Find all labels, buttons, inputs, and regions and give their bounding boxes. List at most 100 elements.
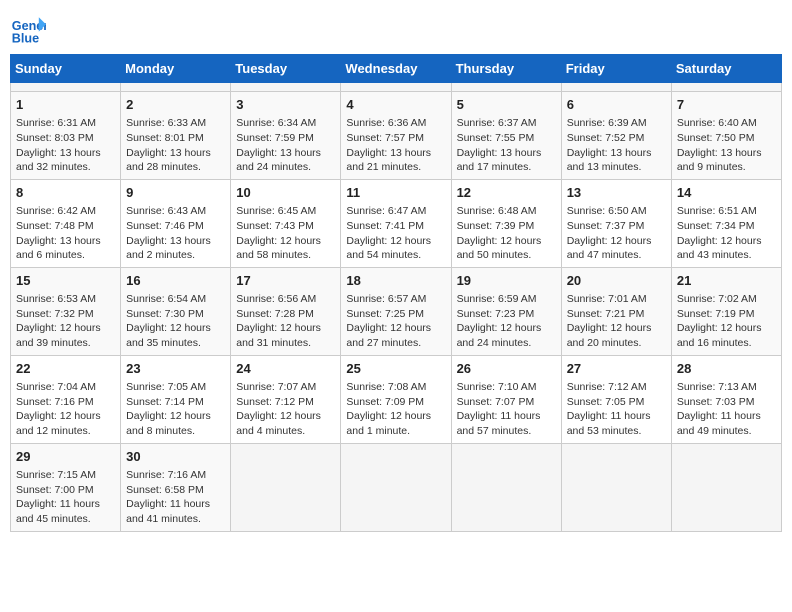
day-number: 1 [16, 96, 115, 114]
calendar-cell: 25 Sunrise: 7:08 AMSunset: 7:09 PMDayligh… [341, 355, 451, 443]
calendar-cell: 4Sunrise: 6:36 AMSunset: 7:57 PMDaylight… [341, 92, 451, 180]
day-number: 14 [677, 184, 776, 202]
day-number: 17 [236, 272, 335, 290]
day-number: 9 [126, 184, 225, 202]
page-header: General Blue [10, 10, 782, 46]
calendar-cell [121, 83, 231, 92]
calendar-cell: 6 Sunrise: 6:39 AMSunset: 7:52 PMDaylight… [561, 92, 671, 180]
calendar-cell [341, 443, 451, 531]
calendar-cell: 27 Sunrise: 7:12 AMSunset: 7:05 PMDayligh… [561, 355, 671, 443]
day-number: 23 [126, 360, 225, 378]
calendar-week-row: 29Sunrise: 7:15 AMSunset: 7:00 PMDayligh… [11, 443, 782, 531]
calendar-cell: 17 Sunrise: 6:56 AMSunset: 7:28 PMDayligh… [231, 267, 341, 355]
calendar-cell: 7Sunrise: 6:40 AMSunset: 7:50 PMDaylight… [671, 92, 781, 180]
day-number: 27 [567, 360, 666, 378]
day-number: 16 [126, 272, 225, 290]
day-info: Sunrise: 6:45 AMSunset: 7:43 PMDaylight:… [236, 204, 335, 263]
day-info: Sunrise: 7:10 AMSunset: 7:07 PMDaylight:… [457, 380, 556, 439]
day-info: Sunrise: 6:47 AMSunset: 7:41 PMDaylight:… [346, 204, 445, 263]
svg-text:Blue: Blue [12, 31, 39, 45]
day-number: 12 [457, 184, 556, 202]
day-info: Sunrise: 7:12 AMSunset: 7:05 PMDaylight:… [567, 380, 666, 439]
day-info: Sunrise: 6:37 AMSunset: 7:55 PMDaylight:… [457, 116, 556, 175]
day-number: 13 [567, 184, 666, 202]
calendar-week-row: 1 Sunrise: 6:31 AMSunset: 8:03 PMDaylight… [11, 92, 782, 180]
day-number: 30 [126, 448, 225, 466]
day-info: Sunrise: 6:50 AMSunset: 7:37 PMDaylight:… [567, 204, 666, 263]
calendar-cell: 29Sunrise: 7:15 AMSunset: 7:00 PMDayligh… [11, 443, 121, 531]
day-number: 10 [236, 184, 335, 202]
day-number: 28 [677, 360, 776, 378]
calendar-cell: 19 Sunrise: 6:59 AMSunset: 7:23 PMDayligh… [451, 267, 561, 355]
day-info: Sunrise: 7:02 AMSunset: 7:19 PMDaylight:… [677, 292, 776, 351]
day-number: 15 [16, 272, 115, 290]
day-number: 24 [236, 360, 335, 378]
calendar-cell: 24 Sunrise: 7:07 AMSunset: 7:12 PMDayligh… [231, 355, 341, 443]
day-info: Sunrise: 6:56 AMSunset: 7:28 PMDaylight:… [236, 292, 335, 351]
calendar-cell [11, 83, 121, 92]
day-number: 5 [457, 96, 556, 114]
day-number: 29 [16, 448, 115, 466]
calendar-cell [561, 83, 671, 92]
calendar-week-row: 8Sunrise: 6:42 AMSunset: 7:48 PMDaylight… [11, 179, 782, 267]
day-number: 21 [677, 272, 776, 290]
calendar-cell [231, 443, 341, 531]
day-number: 25 [346, 360, 445, 378]
day-number: 2 [126, 96, 225, 114]
calendar-cell [451, 83, 561, 92]
calendar-cell: 20Sunrise: 7:01 AMSunset: 7:21 PMDayligh… [561, 267, 671, 355]
calendar-cell: 18Sunrise: 6:57 AMSunset: 7:25 PMDayligh… [341, 267, 451, 355]
day-info: Sunrise: 6:53 AMSunset: 7:32 PMDaylight:… [16, 292, 115, 351]
day-info: Sunrise: 6:34 AMSunset: 7:59 PMDaylight:… [236, 116, 335, 175]
day-info: Sunrise: 7:04 AMSunset: 7:16 PMDaylight:… [16, 380, 115, 439]
day-info: Sunrise: 6:39 AMSunset: 7:52 PMDaylight:… [567, 116, 666, 175]
calendar-cell [341, 83, 451, 92]
day-number: 20 [567, 272, 666, 290]
calendar-cell: 26 Sunrise: 7:10 AMSunset: 7:07 PMDayligh… [451, 355, 561, 443]
calendar-cell: 9 Sunrise: 6:43 AMSunset: 7:46 PMDaylight… [121, 179, 231, 267]
day-info: Sunrise: 6:31 AMSunset: 8:03 PMDaylight:… [16, 116, 115, 175]
calendar-cell: 13 Sunrise: 6:50 AMSunset: 7:37 PMDayligh… [561, 179, 671, 267]
day-info: Sunrise: 6:48 AMSunset: 7:39 PMDaylight:… [457, 204, 556, 263]
weekday-header-tuesday: Tuesday [231, 55, 341, 83]
day-info: Sunrise: 6:51 AMSunset: 7:34 PMDaylight:… [677, 204, 776, 263]
calendar-cell: 5 Sunrise: 6:37 AMSunset: 7:55 PMDaylight… [451, 92, 561, 180]
calendar-cell: 3 Sunrise: 6:34 AMSunset: 7:59 PMDaylight… [231, 92, 341, 180]
day-number: 8 [16, 184, 115, 202]
weekday-header-sunday: Sunday [11, 55, 121, 83]
calendar-cell: 8Sunrise: 6:42 AMSunset: 7:48 PMDaylight… [11, 179, 121, 267]
weekday-header-row: SundayMondayTuesdayWednesdayThursdayFrid… [11, 55, 782, 83]
day-info: Sunrise: 7:08 AMSunset: 7:09 PMDaylight:… [346, 380, 445, 439]
day-number: 19 [457, 272, 556, 290]
calendar-cell [671, 83, 781, 92]
calendar-cell: 16 Sunrise: 6:54 AMSunset: 7:30 PMDayligh… [121, 267, 231, 355]
calendar-cell: 28Sunrise: 7:13 AMSunset: 7:03 PMDayligh… [671, 355, 781, 443]
calendar-cell: 22Sunrise: 7:04 AMSunset: 7:16 PMDayligh… [11, 355, 121, 443]
calendar-cell: 10 Sunrise: 6:45 AMSunset: 7:43 PMDayligh… [231, 179, 341, 267]
day-number: 26 [457, 360, 556, 378]
weekday-header-wednesday: Wednesday [341, 55, 451, 83]
calendar-cell [451, 443, 561, 531]
day-info: Sunrise: 6:43 AMSunset: 7:46 PMDaylight:… [126, 204, 225, 263]
day-info: Sunrise: 6:59 AMSunset: 7:23 PMDaylight:… [457, 292, 556, 351]
weekday-header-saturday: Saturday [671, 55, 781, 83]
day-info: Sunrise: 6:40 AMSunset: 7:50 PMDaylight:… [677, 116, 776, 175]
calendar-week-row: 22Sunrise: 7:04 AMSunset: 7:16 PMDayligh… [11, 355, 782, 443]
calendar-cell [561, 443, 671, 531]
day-number: 18 [346, 272, 445, 290]
day-info: Sunrise: 6:54 AMSunset: 7:30 PMDaylight:… [126, 292, 225, 351]
calendar-cell: 1 Sunrise: 6:31 AMSunset: 8:03 PMDaylight… [11, 92, 121, 180]
weekday-header-friday: Friday [561, 55, 671, 83]
calendar-cell: 11 Sunrise: 6:47 AMSunset: 7:41 PMDayligh… [341, 179, 451, 267]
day-info: Sunrise: 7:07 AMSunset: 7:12 PMDaylight:… [236, 380, 335, 439]
calendar-cell: 21 Sunrise: 7:02 AMSunset: 7:19 PMDayligh… [671, 267, 781, 355]
calendar-table: SundayMondayTuesdayWednesdayThursdayFrid… [10, 54, 782, 532]
logo: General Blue [10, 10, 50, 46]
day-info: Sunrise: 6:36 AMSunset: 7:57 PMDaylight:… [346, 116, 445, 175]
day-number: 11 [346, 184, 445, 202]
calendar-cell [231, 83, 341, 92]
day-number: 6 [567, 96, 666, 114]
day-number: 3 [236, 96, 335, 114]
calendar-week-row: 15 Sunrise: 6:53 AMSunset: 7:32 PMDayligh… [11, 267, 782, 355]
calendar-cell: 2Sunrise: 6:33 AMSunset: 8:01 PMDaylight… [121, 92, 231, 180]
